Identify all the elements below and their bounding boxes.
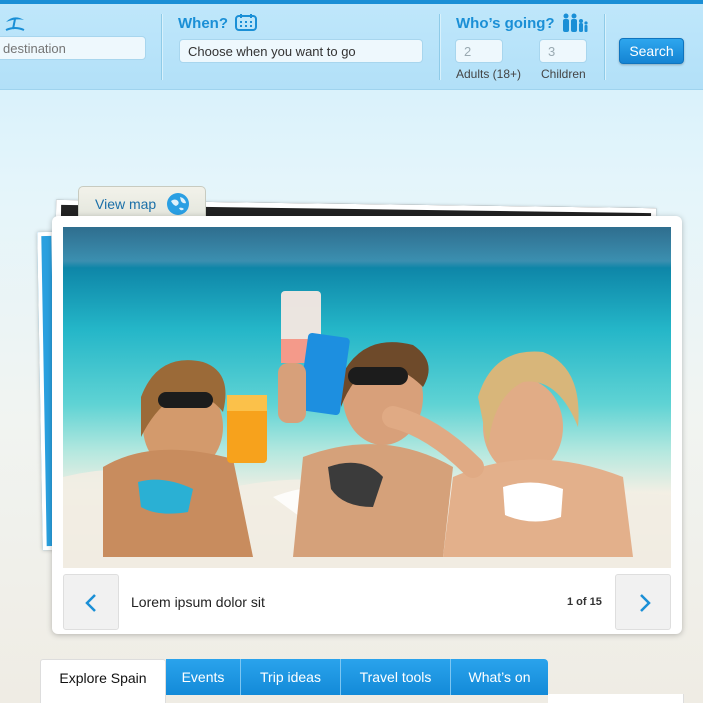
- beach-umbrella-icon: [5, 17, 25, 31]
- divider: [439, 14, 440, 80]
- view-map-tab[interactable]: View map: [78, 186, 206, 218]
- adults-input[interactable]: 2: [455, 39, 503, 63]
- chevron-right-icon: [640, 594, 651, 612]
- tab-whats-on[interactable]: What’s on: [451, 659, 548, 695]
- tab-panel-edge: [548, 694, 684, 703]
- tab-explore-spain[interactable]: Explore Spain: [40, 659, 166, 703]
- tab-trip-ideas[interactable]: Trip ideas: [241, 659, 341, 695]
- search-button[interactable]: Search: [619, 38, 684, 64]
- children-input[interactable]: 3: [539, 39, 587, 63]
- adults-label: Adults (18+): [456, 67, 522, 81]
- beach-scene-illustration: [63, 291, 671, 568]
- divider: [604, 14, 605, 80]
- children-label: Children: [541, 67, 586, 81]
- date-picker-field[interactable]: Choose when you want to go: [179, 39, 423, 63]
- chevron-left-icon: [85, 594, 96, 612]
- gallery-photo: [63, 227, 671, 568]
- next-button[interactable]: [615, 574, 671, 630]
- who-going-label: Who’s going?: [456, 15, 555, 32]
- tab-events[interactable]: Events: [166, 659, 241, 695]
- tab-travel-tools[interactable]: Travel tools: [341, 659, 451, 695]
- when-label: When?: [178, 15, 228, 32]
- view-map-label: View map: [95, 196, 157, 212]
- destination-input[interactable]: [0, 36, 146, 60]
- divider: [161, 14, 162, 80]
- search-bar: When? Choose when you want to go Who’s g…: [0, 0, 703, 90]
- family-icon: [563, 13, 588, 32]
- photo-caption: Lorem ipsum dolor sit: [131, 594, 265, 610]
- gallery-caption-bar: Lorem ipsum dolor sit 1 of 15: [63, 574, 671, 630]
- calendar-icon: [235, 14, 257, 31]
- globe-icon: [167, 193, 189, 215]
- previous-button[interactable]: [63, 574, 119, 630]
- photo-counter: 1 of 15: [567, 596, 602, 608]
